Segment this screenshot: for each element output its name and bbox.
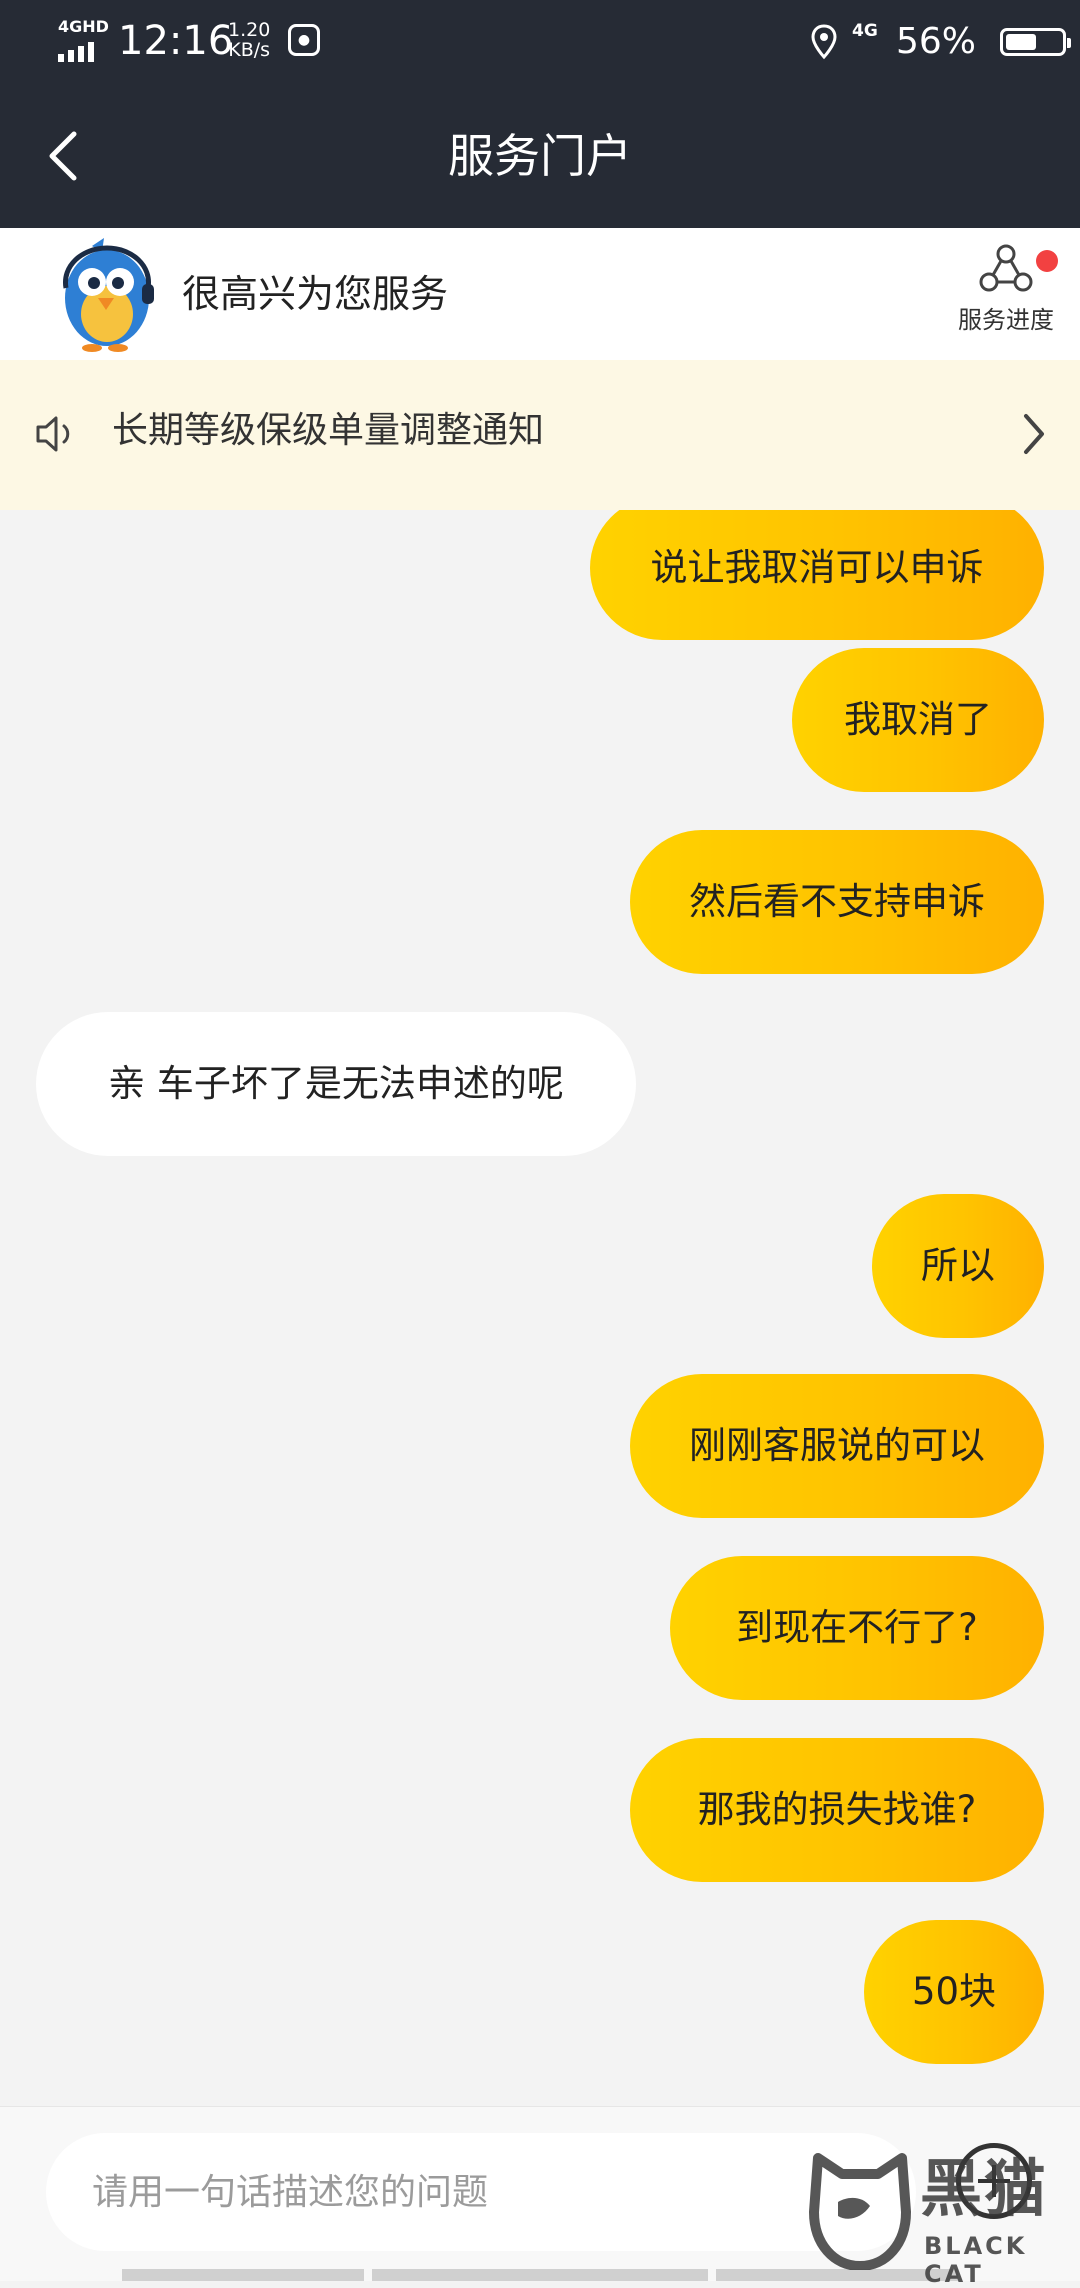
signal-icon: 4GHD — [58, 17, 109, 62]
network-label: 4GHD — [58, 17, 109, 36]
service-greeting: 很高兴为您服务 — [182, 272, 449, 316]
message-bubble-received: 亲 车子坏了是无法申述的呢 — [36, 1012, 636, 1156]
battery-percent: 56% — [896, 21, 977, 62]
location-icon — [811, 24, 837, 60]
clock: 12:16 — [118, 18, 234, 64]
notice-text: 长期等级保级单量调整通知 — [112, 410, 545, 451]
message-bubble-sent: 那我的损失找谁? — [630, 1738, 1044, 1882]
message-bubble-sent: 我取消了 — [792, 648, 1044, 792]
message-bubble-sent: 说让我取消可以申诉 — [590, 510, 1044, 640]
nav-bar: 服务门户 — [0, 84, 1080, 228]
chevron-right-icon — [1024, 414, 1044, 454]
notification-badge — [1036, 250, 1058, 272]
black-cat-logo — [809, 2153, 911, 2270]
chat-area[interactable]: 说让我取消可以申诉 我取消了 然后看不支持申诉 亲 车子坏了是无法申述的呢 所以… — [0, 510, 1080, 2110]
notice-bar[interactable]: 长期等级保级单量调整通知 — [0, 360, 1080, 510]
message-bubble-sent: 刚刚客服说的可以 — [630, 1374, 1044, 1518]
status-bar: 4GHD 12:16 1.20 KB/s ● 4G 56% — [0, 0, 1080, 84]
message-bubble-sent: 到现在不行了? — [670, 1556, 1044, 1700]
page-title: 服务门户 — [448, 129, 632, 183]
speaker-icon — [36, 416, 70, 452]
service-progress-label: 服务进度 — [958, 306, 1054, 334]
notification-app-icon: ● — [288, 24, 320, 56]
network-nodes-icon — [979, 244, 1033, 292]
service-header: 很高兴为您服务 服务进度 — [0, 228, 1080, 360]
message-bubble-sent: 所以 — [872, 1194, 1044, 1338]
mascot-bird-icon — [63, 238, 154, 352]
watermark-brand-cn: 黑猫 — [920, 2152, 1049, 2225]
battery-icon — [1000, 28, 1071, 56]
watermark: 黑猫 BLACK CAT — [808, 2152, 1080, 2288]
question-input[interactable] — [46, 2133, 916, 2251]
service-progress-button[interactable]: 服务进度 — [946, 242, 1066, 350]
message-bubble-sent: 然后看不支持申诉 — [630, 830, 1044, 974]
network-speed: 1.20 KB/s — [228, 19, 271, 61]
mobile-data-label: 4G — [852, 21, 878, 41]
message-bubble-sent: 50块 — [864, 1920, 1044, 2064]
